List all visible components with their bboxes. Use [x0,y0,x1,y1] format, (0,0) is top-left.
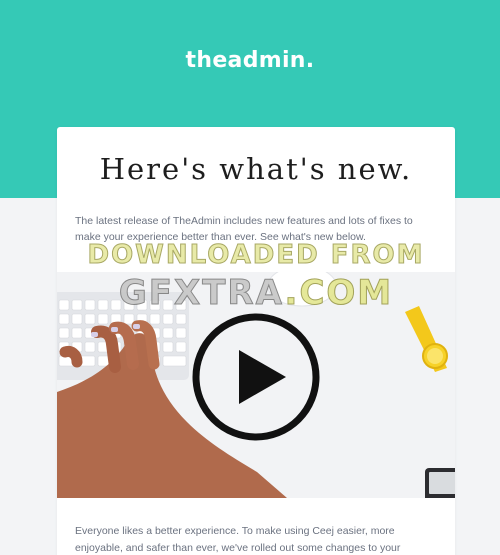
newsletter-card: Here's what's new. The latest release of… [57,127,455,555]
intro-text: The latest release of TheAdmin includes … [75,215,413,243]
brand-logo[interactable]: theadmin. [0,48,500,73]
page-title: Here's what's new. [99,152,413,186]
body-paragraph: Everyone likes a better experience. To m… [75,525,401,554]
phone-illustration [425,468,455,498]
play-button[interactable] [191,312,321,442]
video-thumbnail[interactable] [57,272,455,498]
